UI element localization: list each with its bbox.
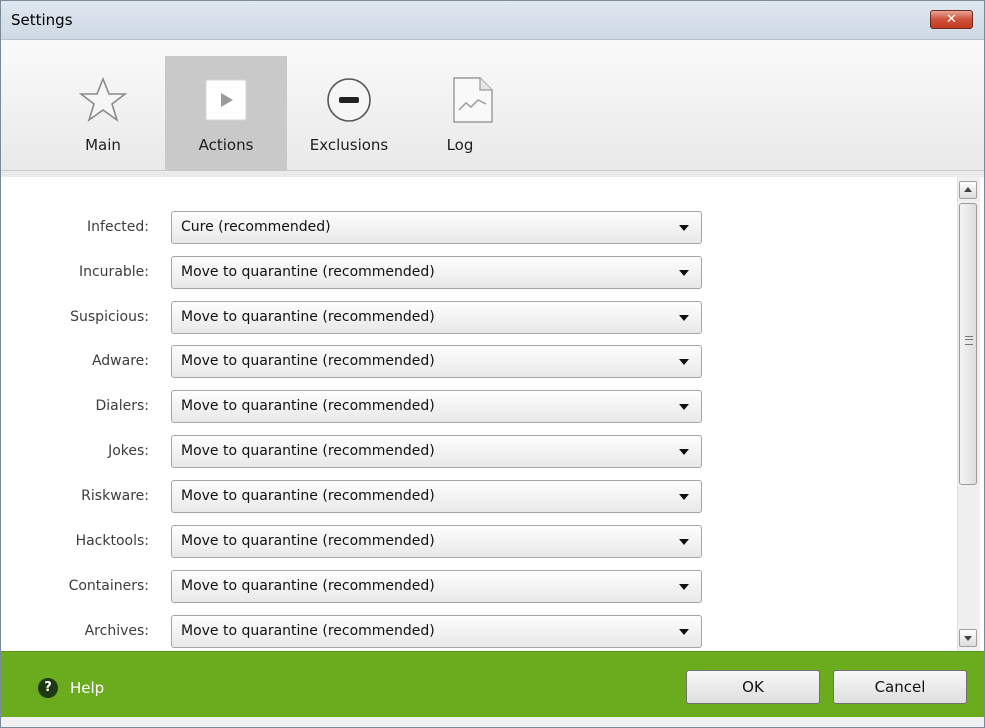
select-value: Move to quarantine (recommended) bbox=[181, 533, 435, 549]
row-label: Adware: bbox=[91, 353, 149, 369]
action-select[interactable]: Move to quarantine (recommended) bbox=[171, 615, 702, 648]
select-value: Move to quarantine (recommended) bbox=[181, 578, 435, 594]
title-bar: Settings ✕ bbox=[1, 1, 984, 40]
tab-actions-label: Actions bbox=[198, 136, 254, 154]
star-icon bbox=[79, 76, 127, 123]
action-row-containers: Containers: Move to quarantine (recommen… bbox=[1, 570, 721, 604]
settings-window: Settings ✕ Main Actions Exclusions Log I… bbox=[0, 0, 985, 728]
action-row-hacktools: Hacktools: Move to quarantine (recommend… bbox=[1, 525, 721, 559]
scroll-down-button[interactable] bbox=[959, 629, 977, 647]
scroll-up-button[interactable] bbox=[959, 181, 977, 199]
grip-icon bbox=[965, 336, 973, 345]
close-icon: ✕ bbox=[946, 12, 957, 27]
action-row-adware: Adware: Move to quarantine (recommended) bbox=[1, 345, 721, 379]
action-select[interactable]: Move to quarantine (recommended) bbox=[171, 480, 702, 513]
action-select[interactable]: Move to quarantine (recommended) bbox=[171, 525, 702, 558]
dropdown-arrow-icon bbox=[679, 359, 689, 365]
play-icon bbox=[205, 79, 247, 121]
row-label: Containers: bbox=[68, 578, 149, 594]
dropdown-arrow-icon bbox=[679, 225, 689, 231]
row-label: Hacktools: bbox=[75, 533, 149, 549]
window-title: Settings bbox=[11, 11, 73, 29]
window-bottom-edge bbox=[1, 717, 984, 727]
action-select[interactable]: Move to quarantine (recommended) bbox=[171, 256, 702, 289]
row-label: Riskware: bbox=[81, 488, 149, 504]
log-document-icon bbox=[453, 77, 493, 123]
arrow-up-icon bbox=[964, 187, 972, 192]
vertical-scrollbar[interactable] bbox=[957, 177, 980, 651]
row-label: Archives: bbox=[84, 623, 149, 639]
row-label: Infected: bbox=[87, 219, 149, 235]
select-value: Move to quarantine (recommended) bbox=[181, 264, 435, 280]
dropdown-arrow-icon bbox=[679, 494, 689, 500]
action-select[interactable]: Move to quarantine (recommended) bbox=[171, 435, 702, 468]
select-value: Move to quarantine (recommended) bbox=[181, 623, 435, 639]
arrow-down-icon bbox=[964, 636, 972, 641]
actions-panel: Infected: Cure (recommended) Incurable: … bbox=[1, 171, 984, 651]
action-select[interactable]: Move to quarantine (recommended) bbox=[171, 345, 702, 378]
tab-main[interactable]: Main bbox=[42, 56, 164, 170]
minus-circle-icon bbox=[327, 78, 371, 122]
dialog-footer: ? Help OK Cancel bbox=[1, 651, 984, 718]
dropdown-arrow-icon bbox=[679, 584, 689, 590]
row-label: Incurable: bbox=[78, 264, 149, 280]
dropdown-arrow-icon bbox=[679, 404, 689, 410]
tab-main-label: Main bbox=[85, 136, 121, 154]
action-row-infected: Infected: Cure (recommended) bbox=[1, 211, 721, 245]
dropdown-arrow-icon bbox=[679, 315, 689, 321]
dropdown-arrow-icon bbox=[679, 449, 689, 455]
select-value: Cure (recommended) bbox=[181, 219, 331, 235]
dropdown-arrow-icon bbox=[679, 539, 689, 545]
action-row-jokes: Jokes: Move to quarantine (recommended) bbox=[1, 435, 721, 469]
action-row-archives: Archives: Move to quarantine (recommende… bbox=[1, 615, 721, 649]
action-select[interactable]: Move to quarantine (recommended) bbox=[171, 390, 702, 423]
tab-exclusions-label: Exclusions bbox=[309, 136, 389, 154]
settings-tab-bar: Main Actions Exclusions Log bbox=[1, 40, 984, 171]
select-value: Move to quarantine (recommended) bbox=[181, 309, 435, 325]
action-select[interactable]: Cure (recommended) bbox=[171, 211, 702, 244]
select-value: Move to quarantine (recommended) bbox=[181, 353, 435, 369]
action-row-incurable: Incurable: Move to quarantine (recommend… bbox=[1, 256, 721, 290]
help-label: Help bbox=[70, 679, 105, 697]
tab-log[interactable]: Log bbox=[411, 56, 533, 170]
close-button[interactable]: ✕ bbox=[930, 10, 973, 29]
select-value: Move to quarantine (recommended) bbox=[181, 398, 435, 414]
select-value: Move to quarantine (recommended) bbox=[181, 488, 435, 504]
scroll-thumb[interactable] bbox=[959, 203, 977, 485]
dropdown-arrow-icon bbox=[679, 629, 689, 635]
action-row-suspicious: Suspicious: Move to quarantine (recommen… bbox=[1, 301, 721, 335]
row-label: Jokes: bbox=[108, 443, 149, 459]
tab-exclusions[interactable]: Exclusions bbox=[288, 56, 410, 170]
cancel-button[interactable]: Cancel bbox=[833, 670, 967, 704]
dropdown-arrow-icon bbox=[679, 270, 689, 276]
select-value: Move to quarantine (recommended) bbox=[181, 443, 435, 459]
action-select[interactable]: Move to quarantine (recommended) bbox=[171, 301, 702, 334]
row-label: Dialers: bbox=[95, 398, 149, 414]
action-row-dialers: Dialers: Move to quarantine (recommended… bbox=[1, 390, 721, 424]
ok-button[interactable]: OK bbox=[686, 670, 820, 704]
help-icon: ? bbox=[38, 678, 58, 698]
action-row-riskware: Riskware: Move to quarantine (recommende… bbox=[1, 480, 721, 514]
action-select[interactable]: Move to quarantine (recommended) bbox=[171, 570, 702, 603]
row-label: Suspicious: bbox=[70, 309, 149, 325]
tab-actions[interactable]: Actions bbox=[165, 56, 287, 170]
tab-log-label: Log bbox=[446, 136, 474, 154]
